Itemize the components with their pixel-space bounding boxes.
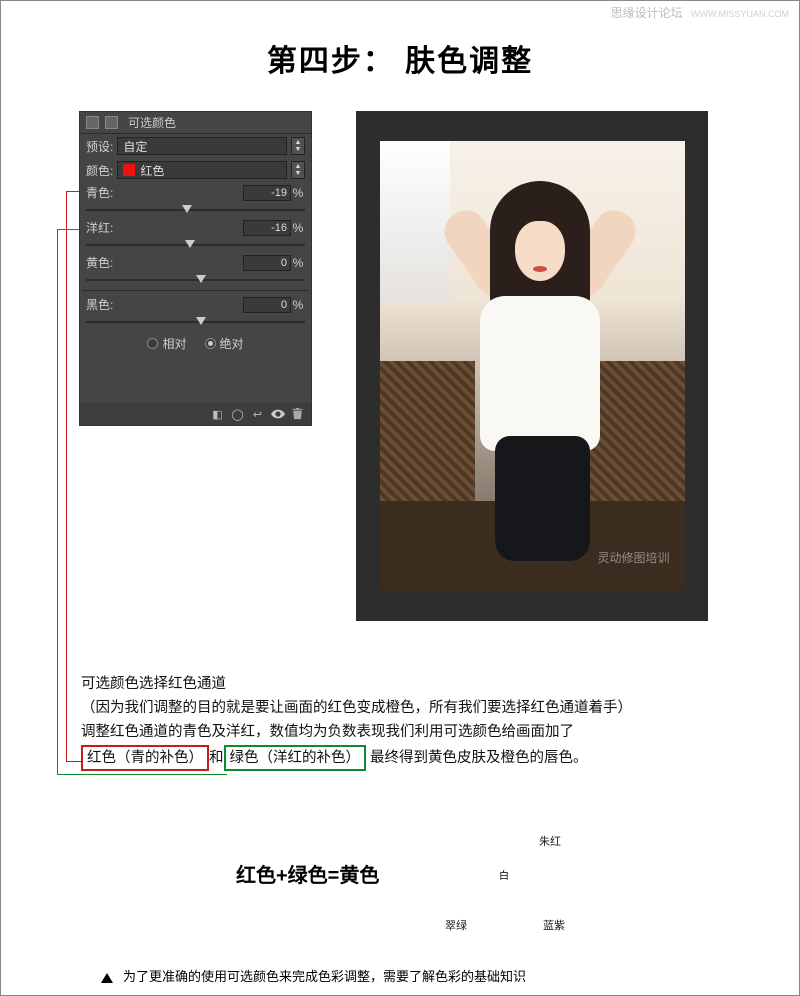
- cyan-value[interactable]: [243, 185, 291, 201]
- cyan-slider[interactable]: [86, 203, 305, 217]
- slider-thumb[interactable]: [196, 275, 206, 283]
- venn-blue-circle: [503, 863, 565, 925]
- desc-tail: 最终得到黄色皮肤及橙色的唇色。: [366, 750, 588, 766]
- desc-line-4: 红色（青的补色）和绿色（洋红的补色） 最终得到黄色皮肤及橙色的唇色。: [81, 745, 632, 771]
- black-slider-row: 黑色:%: [80, 294, 311, 329]
- venn-label-center: 白: [499, 867, 509, 882]
- venn-label-red: 朱红: [539, 833, 561, 849]
- venn-diagram: 朱红 翠绿 蓝紫 白: [441, 821, 571, 931]
- preset-dropdown[interactable]: 自定: [117, 137, 287, 155]
- desc-line-3: 调整红色通道的青色及洋红，数值均为负数表现我们利用可选颜色给画面加了: [81, 721, 632, 743]
- absolute-radio[interactable]: 绝对: [205, 335, 244, 352]
- connector-red: [66, 191, 67, 761]
- radio-icon: [147, 338, 158, 349]
- page-title: 第四步： 肤色调整: [1, 36, 799, 80]
- connector-red-bottom: [66, 761, 81, 762]
- unit-label: %: [291, 221, 305, 235]
- panel-footer: ◧ ◯ ↩: [80, 403, 311, 425]
- delete-icon[interactable]: [290, 407, 305, 421]
- watermark-url: WWW.MISSYUAN.COM: [691, 9, 789, 19]
- color-row: 颜色: 红色 ▲▼: [80, 158, 311, 182]
- black-slider[interactable]: [86, 315, 305, 329]
- connector-green-bottom: [57, 774, 227, 775]
- visibility-icon[interactable]: [270, 407, 285, 421]
- reset-icon[interactable]: ↩: [250, 407, 265, 421]
- relative-label: 相对: [162, 335, 186, 352]
- desc-line-2: （因为我们调整的目的就是要让画面的红色变成橙色，所有我们要选择红色通道着手）: [81, 697, 632, 719]
- mask-icon: [105, 116, 118, 129]
- cyan-label: 青色:: [86, 184, 243, 201]
- preset-value: 自定: [123, 138, 147, 155]
- desc-line-1: 可选颜色选择红色通道: [81, 673, 632, 695]
- radio-icon: [205, 338, 216, 349]
- panel-tab-name: 可选颜色: [128, 114, 176, 131]
- triangle-icon: [101, 973, 113, 983]
- unit-label: %: [291, 256, 305, 270]
- slider-thumb[interactable]: [185, 240, 195, 248]
- cyan-slider-row: 青色:%: [80, 182, 311, 217]
- preset-label: 预设:: [86, 138, 113, 155]
- preview-image: 灵动修图培训: [380, 141, 685, 591]
- dropdown-arrows-icon[interactable]: ▲▼: [291, 137, 305, 155]
- connector-green-top: [57, 229, 79, 230]
- relative-radio[interactable]: 相对: [147, 335, 186, 352]
- selective-color-panel: 可选颜色 预设: 自定 ▲▼ 颜色: 红色 ▲▼ 青色:% 洋红:% 黄色:% …: [79, 111, 312, 426]
- black-value[interactable]: [243, 297, 291, 313]
- clip-icon[interactable]: ◧: [210, 407, 225, 421]
- photo-subject: [460, 181, 620, 561]
- color-dropdown[interactable]: 红色: [117, 161, 287, 179]
- magenta-label: 洋红:: [86, 219, 243, 236]
- watermark-site: 思缘设计论坛: [611, 6, 683, 20]
- footnote: 为了更准确的使用可选颜色来完成色彩调整，需要了解色彩的基础知识: [101, 966, 526, 985]
- magenta-slider[interactable]: [86, 238, 305, 252]
- slider-thumb[interactable]: [196, 317, 206, 325]
- highlight-green: 绿色（洋红的补色）: [224, 745, 367, 771]
- color-value: 红色: [140, 162, 164, 179]
- magenta-slider-row: 洋红:%: [80, 217, 311, 252]
- watermark: 思缘设计论坛 WWW.MISSYUAN.COM: [611, 4, 789, 21]
- yellow-value[interactable]: [243, 255, 291, 271]
- dropdown-arrows-icon[interactable]: ▲▼: [291, 161, 305, 179]
- adjustment-icon: [86, 116, 99, 129]
- venn-label-blue: 蓝紫: [543, 917, 565, 933]
- divider: [82, 290, 309, 291]
- color-label: 颜色:: [86, 162, 113, 179]
- color-swatch-icon: [123, 164, 135, 176]
- yellow-label: 黄色:: [86, 254, 243, 271]
- photo-bg-window: [380, 141, 450, 301]
- slider-thumb[interactable]: [182, 205, 192, 213]
- preset-row: 预设: 自定 ▲▼: [80, 134, 311, 158]
- yellow-slider[interactable]: [86, 273, 305, 287]
- footnote-text: 为了更准确的使用可选颜色来完成色彩调整，需要了解色彩的基础知识: [123, 969, 526, 984]
- color-equation: 红色+绿色=黄色: [236, 859, 379, 888]
- venn-label-green: 翠绿: [445, 917, 467, 933]
- absolute-label: 绝对: [220, 335, 244, 352]
- panel-header: 可选颜色: [80, 112, 311, 134]
- unit-label: %: [291, 298, 305, 312]
- connector-green: [57, 229, 58, 774]
- desc-conj: 和: [209, 750, 224, 766]
- yellow-slider-row: 黄色:%: [80, 252, 311, 287]
- connector-red-top: [66, 191, 79, 192]
- description-block: 可选颜色选择红色通道 （因为我们调整的目的就是要让画面的红色变成橙色，所有我们要…: [81, 671, 632, 773]
- black-label: 黑色:: [86, 296, 243, 313]
- preview-frame: 灵动修图培训: [356, 111, 708, 621]
- mode-radio-group: 相对 绝对: [80, 329, 311, 358]
- unit-label: %: [291, 186, 305, 200]
- highlight-red: 红色（青的补色）: [81, 745, 209, 771]
- view-icon[interactable]: ◯: [230, 407, 245, 421]
- magenta-value[interactable]: [243, 220, 291, 236]
- photo-watermark: 灵动修图培训: [597, 549, 669, 566]
